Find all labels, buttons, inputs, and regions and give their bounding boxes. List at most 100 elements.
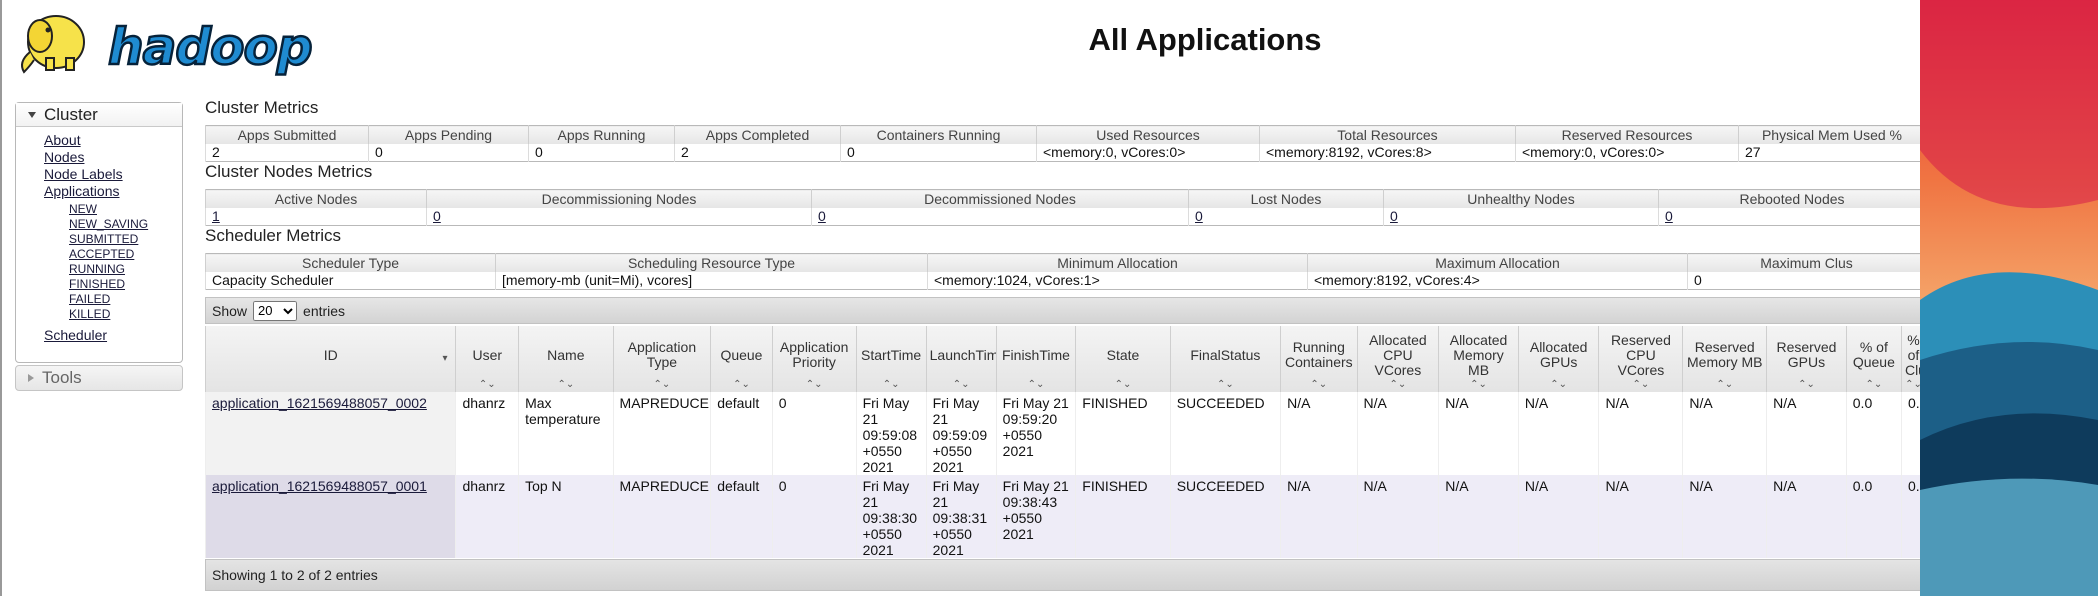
decommissioning-nodes-link[interactable]: 0 <box>433 208 441 224</box>
sort-icon[interactable]: ⌃⌄ <box>457 380 518 390</box>
sort-icon[interactable]: ⌃⌄ <box>1077 380 1170 390</box>
active-nodes-link[interactable]: 1 <box>212 208 220 224</box>
sort-icon[interactable]: ⌃⌄ <box>712 380 772 390</box>
column-header-state[interactable]: State ⌃⌄ <box>1075 326 1171 392</box>
column-header-percent-of-queue[interactable]: % of Queue ⌃⌄ <box>1845 326 1902 392</box>
metric-value: <memory:8192, vCores:4> <box>1307 271 1688 290</box>
sort-icon[interactable]: ⌃⌄ <box>1358 380 1438 390</box>
table-cell-launch-time: Fri May 21 09:59:09 +0550 2021 <box>925 392 997 475</box>
column-header-name[interactable]: Name ⌃⌄ <box>518 326 614 392</box>
column-header-reserved-cpu-vcores[interactable]: Reserved CPU VCores ⌃⌄ <box>1598 326 1683 392</box>
metric-value: <memory:1024, vCores:1> <box>927 271 1308 290</box>
table-cell-state: FINISHED <box>1075 475 1171 558</box>
metric-header: Total Resources <box>1259 125 1516 144</box>
column-header-label: FinishTime <box>1002 346 1070 363</box>
column-header-final-status[interactable]: FinalStatus ⌃⌄ <box>1169 326 1281 392</box>
column-header-label: Name <box>547 346 585 363</box>
scheduler-metrics-value-row: Capacity Scheduler [memory-mb (unit=Mi),… <box>205 271 1926 290</box>
unhealthy-nodes-link[interactable]: 0 <box>1390 208 1398 224</box>
sort-icon[interactable]: ⌃⌄ <box>1519 380 1598 390</box>
column-header-reserved-gpus[interactable]: Reserved GPUs ⌃⌄ <box>1766 326 1847 392</box>
window-left-edge <box>0 0 2 596</box>
nav-link-state-failed[interactable]: FAILED <box>69 292 182 307</box>
application-id-link[interactable]: application_1621569488057_0002 <box>212 395 427 411</box>
table-cell-allocated-memory-mb: N/A <box>1438 392 1519 475</box>
column-header-label: State <box>1106 346 1140 363</box>
table-cell-start-time: Fri May 21 09:38:30 +0550 2021 <box>855 475 927 558</box>
table-cell-allocated-gpus: N/A <box>1517 392 1599 475</box>
metric-header: Decommissioning Nodes <box>426 189 812 208</box>
sort-desc-icon[interactable]: ▾ <box>442 354 447 364</box>
sort-icon[interactable]: ⌃⌄ <box>614 380 710 390</box>
sort-icon[interactable]: ⌃⌄ <box>927 380 996 390</box>
metric-header: Lost Nodes <box>1188 189 1384 208</box>
sort-icon[interactable]: ⌃⌄ <box>1684 380 1766 390</box>
column-header-finish-time[interactable]: FinishTime ⌃⌄ <box>995 326 1076 392</box>
page-size-select[interactable]: 10 20 50 100 <box>253 300 298 321</box>
sort-icon[interactable]: ⌃⌄ <box>1847 380 1901 390</box>
column-header-label: Application Type <box>627 339 697 370</box>
nav-link-state-running[interactable]: RUNNING <box>69 262 182 277</box>
column-header-allocated-cpu-vcores[interactable]: Allocated CPU VCores ⌃⌄ <box>1356 326 1439 392</box>
column-header-queue[interactable]: Queue ⌃⌄ <box>710 326 773 392</box>
nav-link-state-new-saving[interactable]: NEW_SAVING <box>69 217 182 232</box>
nav-link-nodes[interactable]: Nodes <box>44 149 182 166</box>
nav-link-state-killed[interactable]: KILLED <box>69 307 182 322</box>
sort-icon[interactable]: ⌃⌄ <box>857 380 926 390</box>
sort-icon[interactable]: ⌃⌄ <box>1282 380 1357 390</box>
nav-link-node-labels[interactable]: Node Labels <box>44 166 182 183</box>
column-header-label: Reserved GPUs <box>1776 339 1837 370</box>
cluster-panel-label: Cluster <box>44 104 98 124</box>
cluster-panel-header[interactable]: Cluster <box>16 103 182 127</box>
sort-icon[interactable]: ⌃⌄ <box>997 380 1075 390</box>
column-header-label: User <box>472 346 503 363</box>
hadoop-logo[interactable]: hadoop <box>16 6 316 78</box>
nav-link-state-new[interactable]: NEW <box>69 202 182 217</box>
node-count-link: 0 <box>1383 207 1659 226</box>
column-header-label: Allocated CPU VCores <box>1369 331 1427 378</box>
table-cell-start-time: Fri May 21 09:59:08 +0550 2021 <box>855 392 927 475</box>
column-header-running-containers[interactable]: Running Containers ⌃⌄ <box>1280 326 1358 392</box>
column-header-allocated-memory-mb[interactable]: Allocated Memory MB ⌃⌄ <box>1438 326 1519 392</box>
tools-panel-header[interactable]: Tools <box>16 366 182 390</box>
metric-value: 2 <box>205 143 369 162</box>
nodes-metrics-header-row: Active Nodes Decommissioning Nodes Decom… <box>205 189 1926 208</box>
sort-icon[interactable]: ⌃⌄ <box>1600 380 1682 390</box>
show-label: Show <box>212 302 248 319</box>
rebooted-nodes-link[interactable]: 0 <box>1665 208 1673 224</box>
nav-link-state-accepted[interactable]: ACCEPTED <box>69 247 182 262</box>
table-cell-reserved-memory-mb: N/A <box>1682 392 1767 475</box>
table-cell-launch-time: Fri May 21 09:38:31 +0550 2021 <box>925 475 997 558</box>
column-header-id[interactable]: ID ▾ <box>204 326 456 392</box>
metric-header: Maximum Clus <box>1687 253 1926 272</box>
column-header-reserved-memory-mb[interactable]: Reserved Memory MB ⌃⌄ <box>1682 326 1767 392</box>
column-header-label: FinalStatus <box>1190 346 1261 363</box>
nav-link-state-finished[interactable]: FINISHED <box>69 277 182 292</box>
elephant-icon <box>21 15 85 74</box>
node-count-link: 0 <box>811 207 1189 226</box>
nav-link-about[interactable]: About <box>44 132 182 149</box>
decommissioned-nodes-link[interactable]: 0 <box>818 208 826 224</box>
column-header-label: Reserved CPU VCores <box>1610 331 1671 378</box>
sort-icon[interactable]: ⌃⌄ <box>1768 380 1846 390</box>
lost-nodes-link[interactable]: 0 <box>1195 208 1203 224</box>
nav-link-applications[interactable]: Applications <box>44 183 182 200</box>
tools-panel[interactable]: Tools <box>15 365 183 391</box>
column-header-application-type[interactable]: Application Type ⌃⌄ <box>612 326 711 392</box>
sort-icon[interactable]: ⌃⌄ <box>1440 380 1518 390</box>
table-cell-application-priority: 0 <box>771 392 857 475</box>
column-header-launch-time[interactable]: LaunchTime ⌃⌄ <box>925 326 997 392</box>
sort-icon[interactable]: ⌃⌄ <box>520 380 613 390</box>
nav-link-state-submitted[interactable]: SUBMITTED <box>69 232 182 247</box>
metric-header: Unhealthy Nodes <box>1383 189 1659 208</box>
column-header-allocated-gpus[interactable]: Allocated GPUs ⌃⌄ <box>1517 326 1599 392</box>
column-header-application-priority[interactable]: Application Priority ⌃⌄ <box>771 326 857 392</box>
application-id-link[interactable]: application_1621569488057_0001 <box>212 478 427 494</box>
sort-icon[interactable]: ⌃⌄ <box>773 380 855 390</box>
nav-link-scheduler[interactable]: Scheduler <box>44 327 182 344</box>
node-count-link: 1 <box>205 207 427 226</box>
column-header-start-time[interactable]: StartTime ⌃⌄ <box>855 326 927 392</box>
column-header-user[interactable]: User ⌃⌄ <box>455 326 519 392</box>
sort-icon[interactable]: ⌃⌄ <box>1171 380 1280 390</box>
cluster-nodes-metrics-table: Active Nodes Decommissioning Nodes Decom… <box>205 189 1926 226</box>
